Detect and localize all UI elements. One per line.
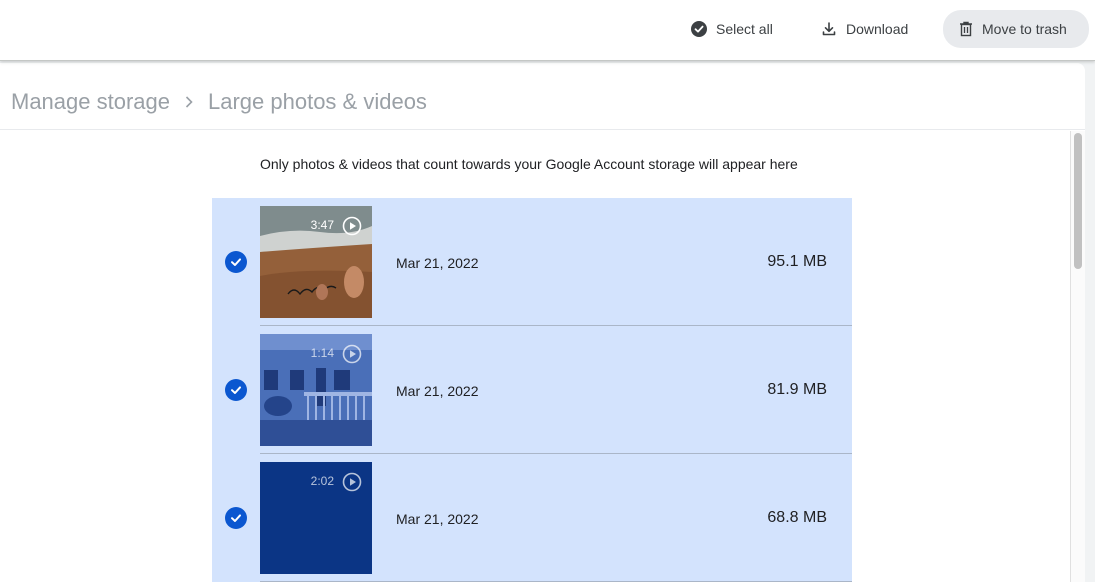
breadcrumb-current-page: Large photos & videos — [208, 89, 427, 114]
media-date: Mar 21, 2022 — [396, 383, 479, 399]
check-circle-icon — [691, 21, 707, 37]
storage-notice: Only photos & videos that count towards … — [260, 156, 798, 172]
video-thumbnail[interactable]: 1:14 — [260, 334, 372, 446]
media-date: Mar 21, 2022 — [396, 511, 479, 527]
media-list: 3:47 Mar 21, 2022 95.1 MB 1:14 Mar 21, 2… — [212, 198, 852, 582]
media-date: Mar 21, 2022 — [396, 255, 479, 271]
move-to-trash-button[interactable]: Move to trash — [943, 10, 1089, 48]
download-icon — [822, 22, 836, 36]
select-all-label: Select all — [716, 21, 773, 37]
video-thumbnail[interactable]: 2:02 — [260, 462, 372, 574]
media-size: 95.1 MB — [767, 253, 827, 270]
scrollbar-thumb[interactable] — [1074, 133, 1082, 269]
breadcrumb: Manage storage Large photos & videos — [11, 89, 427, 115]
media-size: 81.9 MB — [767, 381, 827, 398]
media-size: 68.8 MB — [767, 509, 827, 526]
play-circle-icon — [342, 216, 362, 241]
media-row[interactable]: 1:14 Mar 21, 2022 81.9 MB — [212, 326, 852, 454]
video-duration: 3:47 — [310, 218, 334, 232]
download-label: Download — [846, 21, 909, 37]
video-duration: 2:02 — [310, 474, 334, 488]
header-divider — [0, 129, 1085, 130]
video-duration: 1:14 — [310, 346, 334, 360]
play-circle-icon — [342, 472, 362, 497]
media-row[interactable]: 3:47 Mar 21, 2022 95.1 MB — [212, 198, 852, 326]
media-row[interactable]: 2:02 Mar 21, 2022 68.8 MB — [212, 454, 852, 582]
play-circle-icon — [342, 344, 362, 369]
video-thumbnail[interactable]: 3:47 — [260, 206, 372, 318]
chevron-right-icon — [184, 95, 194, 109]
storage-panel: Manage storage Large photos & videos Onl… — [0, 63, 1085, 582]
selected-check-icon[interactable] — [225, 507, 247, 529]
selected-check-icon[interactable] — [225, 251, 247, 273]
vertical-scrollbar[interactable] — [1070, 131, 1085, 582]
select-all-button[interactable]: Select all — [675, 11, 789, 47]
action-toolbar: Select all Download Move to trash — [0, 0, 1095, 61]
download-button[interactable]: Download — [805, 11, 924, 47]
move-to-trash-label: Move to trash — [982, 21, 1067, 37]
breadcrumb-manage-storage[interactable]: Manage storage — [11, 89, 170, 115]
selected-check-icon[interactable] — [225, 379, 247, 401]
trash-icon — [960, 21, 972, 37]
